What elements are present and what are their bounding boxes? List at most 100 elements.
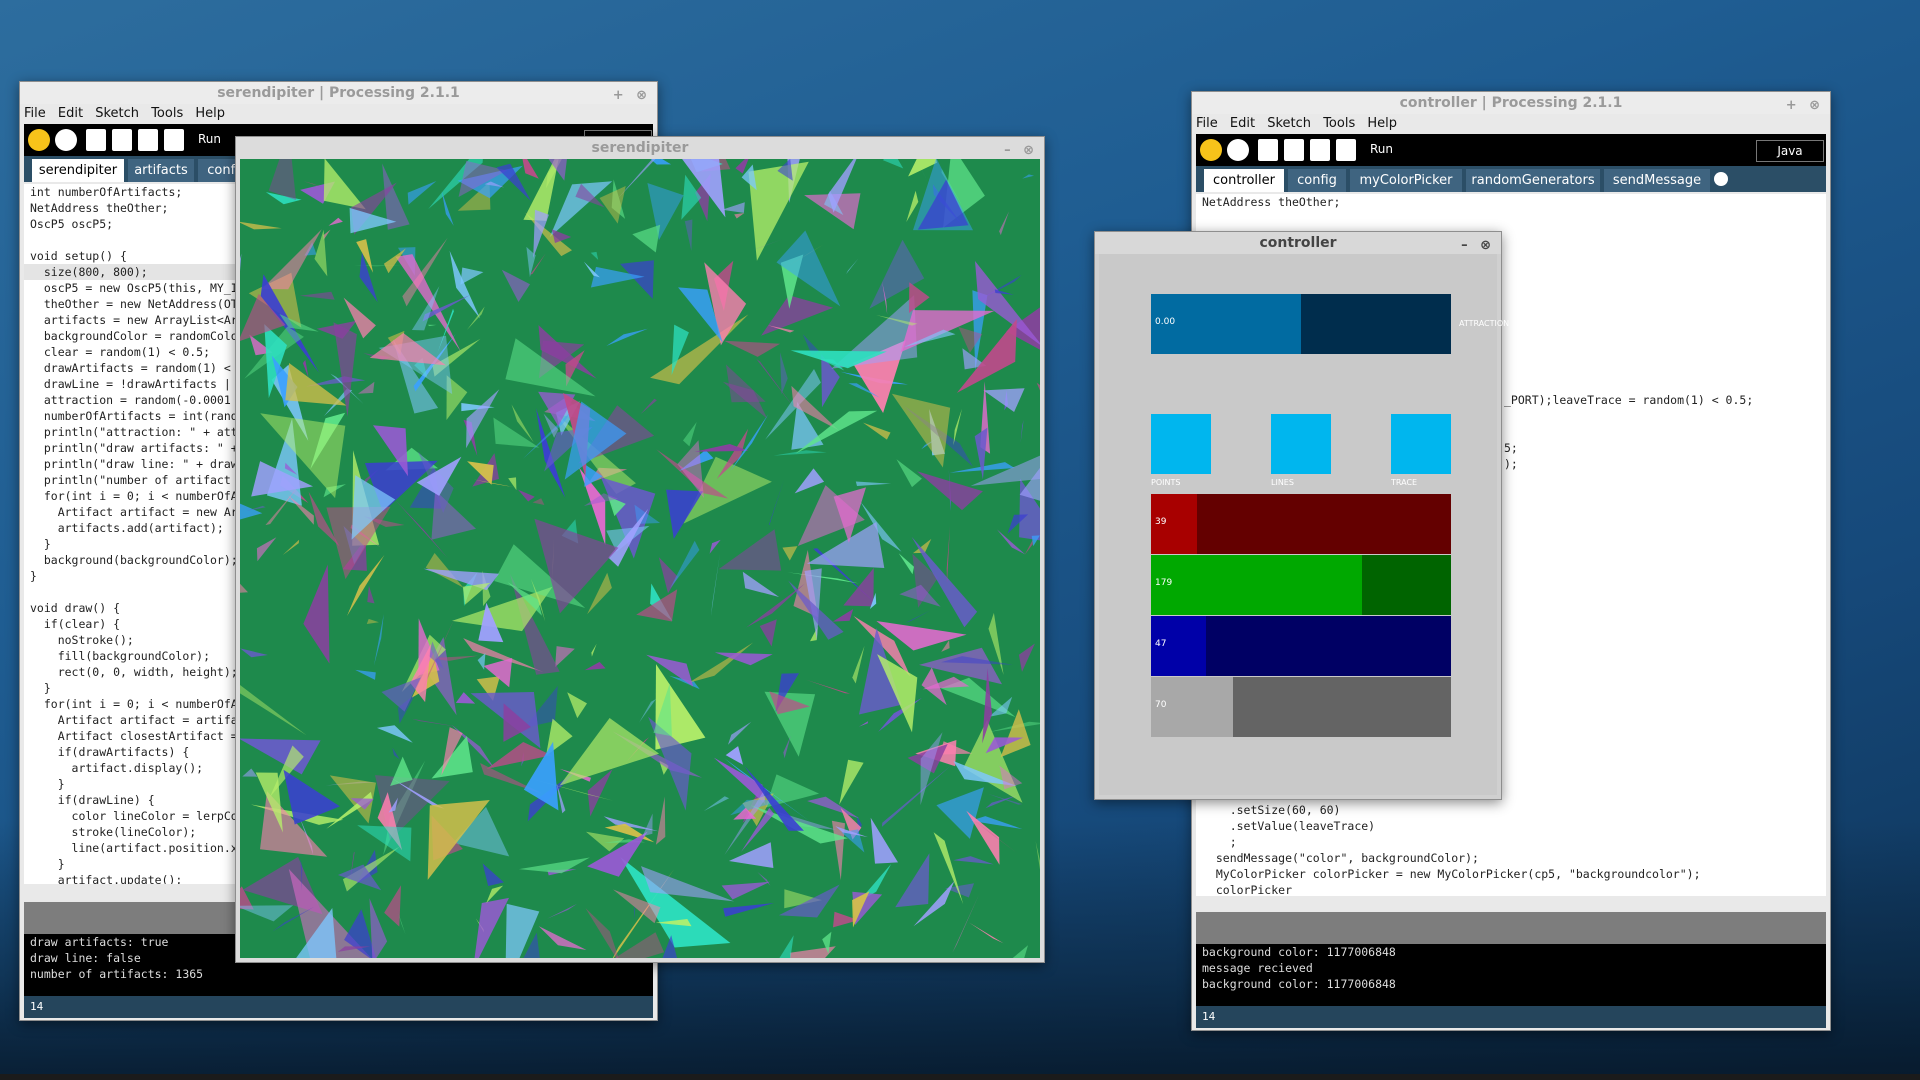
menu-bar: File Edit Sketch Tools Help (1196, 114, 1826, 134)
tab-artifacts[interactable]: artifacts (128, 159, 194, 182)
code-fragment: _PORT);leaveTrace = random(1) < 0.5; (1504, 393, 1754, 407)
menu-help[interactable]: Help (195, 106, 225, 121)
artifact-shape (482, 863, 504, 886)
run-button[interactable] (1200, 139, 1222, 161)
sketch-output-window[interactable]: serendipiter – ⊗ (235, 136, 1045, 963)
artifact-shape (721, 881, 771, 900)
green-slider[interactable]: 179 (1151, 555, 1451, 615)
menu-sketch[interactable]: Sketch (1267, 116, 1311, 131)
artifact-shape (882, 765, 952, 827)
tab-sendmessage[interactable]: sendMessage (1604, 169, 1710, 192)
artifact-shape (240, 253, 242, 272)
artifact-shape (832, 609, 854, 622)
artifact-shape (684, 219, 693, 251)
mode-selector[interactable]: Java (1756, 140, 1824, 162)
artifact-shape (782, 546, 798, 561)
alpha-slider[interactable]: 70 (1151, 677, 1451, 737)
window-titlebar[interactable]: serendipiter | Processing 2.1.1 + ⊗ (20, 82, 657, 104)
new-button[interactable] (86, 129, 106, 151)
slider-value: 47 (1155, 639, 1167, 649)
red-slider[interactable]: 39 (1151, 494, 1451, 554)
window-titlebar[interactable]: serendipiter – ⊗ (236, 137, 1044, 159)
artifact-shape (936, 787, 984, 839)
tab-serendipiter[interactable]: serendipiter (32, 159, 124, 182)
menu-file[interactable]: File (24, 106, 46, 121)
blue-slider[interactable]: 47 (1151, 616, 1451, 676)
taskbar (0, 1074, 1920, 1080)
lines-toggle[interactable]: LINES (1271, 414, 1331, 487)
artifact-shape (953, 856, 994, 865)
open-button[interactable] (112, 129, 132, 151)
artifact-shape (584, 661, 606, 671)
toolbar: Run Java (1196, 134, 1826, 166)
code-line: MyColorPicker colorPicker = new MyColorP… (1202, 867, 1701, 881)
artifact-shape (299, 291, 335, 300)
artifact-shape (898, 553, 914, 575)
menu-edit[interactable]: Edit (58, 106, 83, 121)
code-line: NetAddress theOther; (1202, 195, 1341, 209)
code-line: .setSize(60, 60) (1202, 803, 1341, 817)
tab-config[interactable]: config (1288, 169, 1346, 192)
tab-controller[interactable]: controller (1204, 169, 1284, 192)
tabs-menu-icon[interactable] (1714, 172, 1728, 186)
menu-file[interactable]: File (1196, 116, 1218, 131)
open-button[interactable] (1284, 139, 1304, 161)
menu-edit[interactable]: Edit (1230, 116, 1255, 131)
save-button[interactable] (1310, 139, 1330, 161)
export-button[interactable] (1336, 139, 1356, 161)
artifact-shape (1024, 539, 1033, 555)
artifact-shape (632, 224, 661, 253)
run-button[interactable] (28, 129, 50, 151)
artifact-shape (724, 340, 781, 357)
controller-canvas: 0.00 ATTRACTION POINTS LINES TRACE 39 179… (1099, 254, 1509, 795)
window-title: serendipiter | Processing 2.1.1 (217, 85, 460, 101)
artifact-shape (780, 352, 788, 395)
sketch-canvas[interactable] (240, 159, 1040, 958)
menu-sketch[interactable]: Sketch (95, 106, 139, 121)
artifact-shape (367, 585, 375, 604)
trace-toggle[interactable]: TRACE (1391, 414, 1451, 487)
artifact-shape (783, 736, 791, 759)
attraction-slider[interactable]: 0.00 ATTRACTION (1151, 294, 1509, 354)
artifact-shape (538, 926, 587, 950)
menu-tools[interactable]: Tools (151, 106, 183, 121)
stop-button[interactable] (1227, 139, 1249, 161)
export-button[interactable] (164, 129, 184, 151)
artifact-shape (759, 619, 777, 647)
window-titlebar[interactable]: controller – ⊗ (1095, 232, 1501, 254)
tab-mycolorpicker[interactable]: myColorPicker (1350, 169, 1462, 192)
artifact-shape (807, 796, 860, 819)
points-toggle[interactable]: POINTS (1151, 414, 1211, 487)
artifact-shape (983, 388, 1025, 412)
tab-randomgenerators[interactable]: randomGenerators (1466, 169, 1600, 192)
artifact-shape (328, 217, 343, 226)
console-line: background color: 1177006848 (1202, 945, 1396, 959)
artifact-shape (650, 159, 672, 165)
artifact-shape (585, 908, 619, 958)
stop-button[interactable] (55, 129, 77, 151)
window-titlebar[interactable]: controller | Processing 2.1.1 + ⊗ (1192, 92, 1830, 114)
menu-help[interactable]: Help (1367, 116, 1397, 131)
toggle-label: TRACE (1391, 478, 1418, 487)
artifact-shape (449, 250, 481, 319)
code-line: colorPicker (1202, 883, 1293, 896)
controller-output-window[interactable]: controller – ⊗ 0.00 ATTRACTION POINTS LI… (1094, 231, 1509, 800)
artifact-shape (1035, 841, 1040, 870)
artifact-shape (756, 359, 797, 411)
new-button[interactable] (1258, 139, 1278, 161)
artifact-shape (725, 746, 744, 765)
artifact-shape (776, 230, 841, 307)
artifact-shape (723, 903, 774, 917)
artifact-shape (441, 191, 454, 226)
artifact-shape (1018, 643, 1035, 672)
menu-tools[interactable]: Tools (1323, 116, 1355, 131)
artifact-shape (256, 537, 277, 562)
artifact-shape (427, 324, 437, 327)
code-line: ; (1202, 835, 1237, 849)
save-button[interactable] (138, 129, 158, 151)
artifact-shape (724, 788, 766, 856)
message-area (1196, 912, 1826, 944)
artifact-shape (398, 913, 406, 935)
artifact-shape (519, 857, 590, 874)
sketch-tabs: controller config myColorPicker randomGe… (1196, 166, 1826, 192)
